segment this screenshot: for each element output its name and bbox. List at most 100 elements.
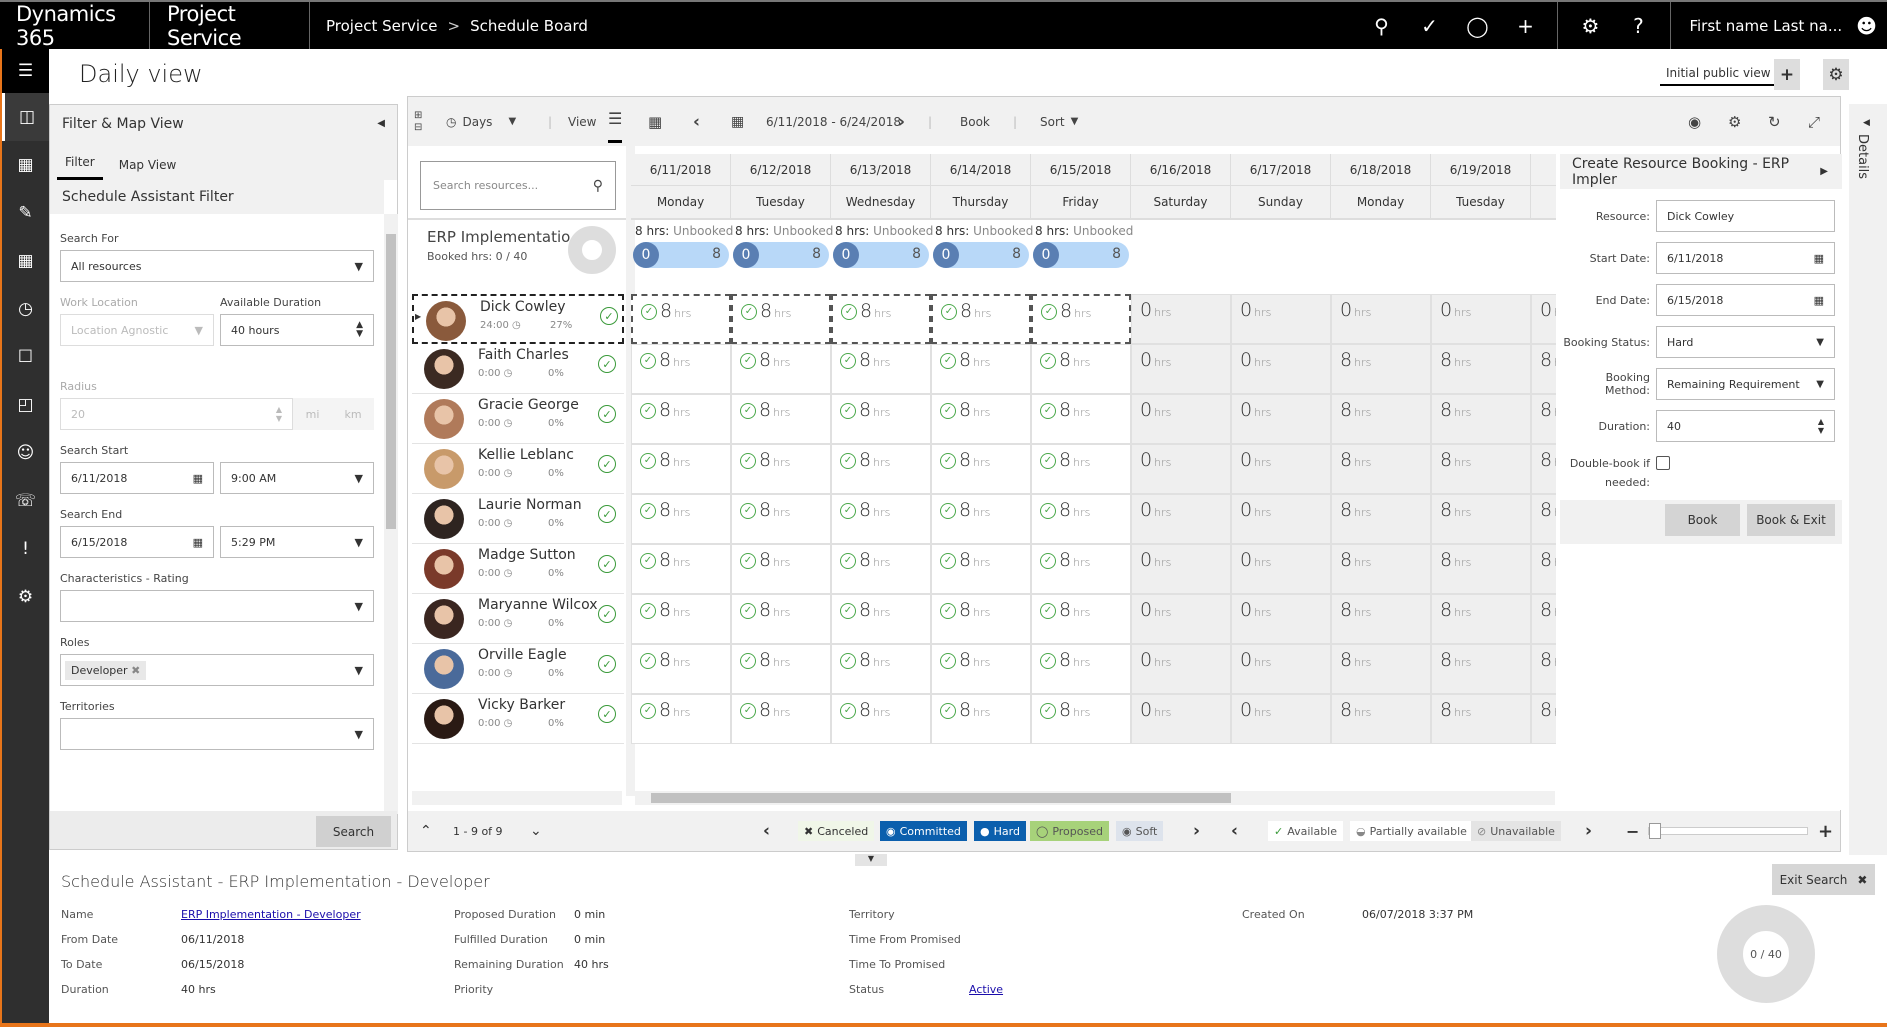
zoom-slider-handle[interactable] [1649,823,1661,839]
availability-cell[interactable]: 0hrs [1131,694,1231,744]
availability-cell[interactable]: 8hrs [1531,394,1556,444]
expand-all-icon[interactable]: ⊞ [414,110,422,122]
search-button[interactable]: Search [316,816,391,847]
hamburger-menu-icon[interactable]: ☰ [2,49,49,93]
collapse-right-icon[interactable]: ▶ [1820,166,1828,177]
next-icon[interactable]: › [898,97,905,146]
availability-cell[interactable]: ✓ 8 hrs [631,594,731,644]
availability-cell[interactable]: ✓ 8 hrs [731,294,831,344]
legend-soft[interactable]: ◉ Soft [1116,821,1164,841]
availability-cell[interactable]: 0hrs [1131,394,1231,444]
territories-select[interactable]: ▼ [60,718,374,750]
legend-hard[interactable]: ● Hard [974,821,1026,841]
availability-cell[interactable]: 0hrs [1231,694,1331,744]
refresh-icon[interactable]: ↻ [1768,97,1781,146]
details-panel[interactable]: ◀ Details [1849,104,1887,855]
legend-unavailable[interactable]: ⊘ Unavailable [1471,821,1561,841]
list-view-icon[interactable]: ☰ [608,97,623,143]
sort-dropdown[interactable]: Sort ▼ [1040,97,1078,146]
previous-icon[interactable]: ‹ [693,97,700,146]
end-date-field[interactable]: 6/15/2018 ▦ [1656,284,1835,316]
fullscreen-icon[interactable]: ⤢ [1808,97,1820,146]
detail-link[interactable]: ERP Implementation - Developer [181,908,361,921]
roles-select[interactable]: Developer ✖ ▼ [60,654,374,686]
availability-previous-icon[interactable]: ‹ [1231,811,1238,851]
requirement-capacity-bar[interactable]: 08 [633,242,729,268]
availability-cell[interactable]: ✓ 8 hrs [631,694,731,744]
requirement-capacity-bar[interactable]: 08 [1033,242,1129,268]
availability-cell[interactable]: ✓ 8 hrs [831,344,931,394]
calendar-icon[interactable]: ▦ [193,472,203,485]
availability-cell[interactable]: 0hrs [1231,544,1331,594]
availability-cell[interactable]: 0hrs [1231,444,1331,494]
phone-settings-icon[interactable]: ☏ [2,477,49,525]
view-selector[interactable]: Initial public view [1660,62,1777,86]
schedule-board-icon[interactable]: ◫ [2,93,49,141]
available-duration-stepper[interactable]: 40 hours ▲ ▼ [220,314,374,346]
availability-cell[interactable]: ✓ 8 hrs [931,444,1031,494]
resource-row[interactable]: Laurie Norman 0:00 ◷ 0% ✓ [412,494,624,544]
search-icon[interactable]: ⚲ [593,178,603,194]
availability-cell[interactable]: 0hrs [1431,294,1531,344]
lightbulb-icon[interactable]: ◯ [1453,2,1501,49]
brand-title[interactable]: Dynamics 365 [0,2,150,50]
availability-cell[interactable]: 8hrs [1531,444,1556,494]
expand-details-icon[interactable]: ◀ [1863,118,1870,128]
availability-cell[interactable]: 0hrs [1131,494,1231,544]
availability-cell[interactable]: ✓ 8 hrs [731,594,831,644]
legend-available[interactable]: ✓ Available [1268,821,1344,841]
resource-row[interactable]: Maryanne Wilcox 0:00 ◷ 0% ✓ [412,594,624,644]
availability-cell[interactable]: ✓ 8 hrs [931,594,1031,644]
board-settings-button[interactable]: ⚙ [1823,59,1849,90]
availability-cell[interactable]: ✓ 8 hrs [731,444,831,494]
legend-next-icon[interactable]: › [1193,811,1200,851]
requirement-capacity-bar[interactable]: 08 [933,242,1029,268]
availability-next-icon[interactable]: › [1585,811,1592,851]
availability-cell[interactable]: ✓ 8 hrs [631,344,731,394]
search-end-time-select[interactable]: 5:29 PM ▼ [220,526,374,558]
calendar-icon[interactable]: ▦ [2,237,49,285]
gear-icon[interactable]: ⚙ [1728,97,1741,146]
spinner-icon[interactable]: ▲ ▼ [1818,417,1824,435]
legend-previous-icon[interactable]: ‹ [763,811,770,851]
add-view-button[interactable]: + [1774,59,1800,90]
availability-cell[interactable]: 0hrs [1231,294,1331,344]
breadcrumb-item[interactable]: Schedule Board [470,17,588,35]
resource-row[interactable]: Gracie George 0:00 ◷ 0% ✓ [412,394,624,444]
availability-cell[interactable]: 8hrs [1431,444,1531,494]
grid-view-icon[interactable]: ▦ [648,97,662,146]
availability-cell[interactable]: ✓ 8 hrs [631,444,731,494]
book-button[interactable]: Book [960,97,990,146]
availability-cell[interactable]: 0hrs [1131,344,1231,394]
availability-cell[interactable]: 8hrs [1331,394,1431,444]
availability-cell[interactable]: 8hrs [1531,344,1556,394]
detail-link[interactable]: Active [969,983,1003,996]
requirement-capacity-bar[interactable]: 08 [733,242,829,268]
resource-row[interactable]: Kellie Leblanc 0:00 ◷ 0% ✓ [412,444,624,494]
search-start-time-select[interactable]: 9:00 AM ▼ [220,462,374,494]
collapse-all-icon[interactable]: ⊟ [414,122,422,134]
requirement-row[interactable]: ERP Implementatio... Booked hrs: 0 / 40 [408,218,626,298]
availability-cell[interactable]: 0hrs [1231,594,1331,644]
collapse-details-icon[interactable]: ▼ [855,854,887,866]
availability-cell[interactable]: ✓ 8 hrs [931,494,1031,544]
notes-edit-icon[interactable]: ✎ [2,189,49,237]
availability-cell[interactable]: 8hrs [1331,694,1431,744]
availability-cell[interactable]: 0hrs [1231,394,1331,444]
legend-partially-available[interactable]: ◒ Partially available [1350,821,1473,841]
availability-cell[interactable]: ✓ 8 hrs [1031,394,1131,444]
grid-hscrollbar[interactable] [635,791,1555,805]
filter-scrollbar[interactable] [384,214,398,814]
availability-cell[interactable]: ✓ 8 hrs [931,294,1031,344]
availability-cell[interactable]: ✓ 8 hrs [831,544,931,594]
start-date-field[interactable]: 6/11/2018 ▦ [1656,242,1835,274]
availability-cell[interactable]: 8hrs [1431,494,1531,544]
app-title[interactable]: Project Service [150,2,310,50]
scroll-down-icon[interactable]: ⌄ [530,811,542,851]
date-range[interactable]: 6/11/2018 - 6/24/2018 [766,97,901,146]
resource-search-input[interactable]: Search resources... ⚲ [420,161,616,210]
availability-cell[interactable]: 8hrs [1331,344,1431,394]
availability-cell[interactable]: ✓ 8 hrs [1031,644,1131,694]
availability-cell[interactable]: 8hrs [1531,594,1556,644]
zoom-out-icon[interactable]: − [1626,811,1639,851]
